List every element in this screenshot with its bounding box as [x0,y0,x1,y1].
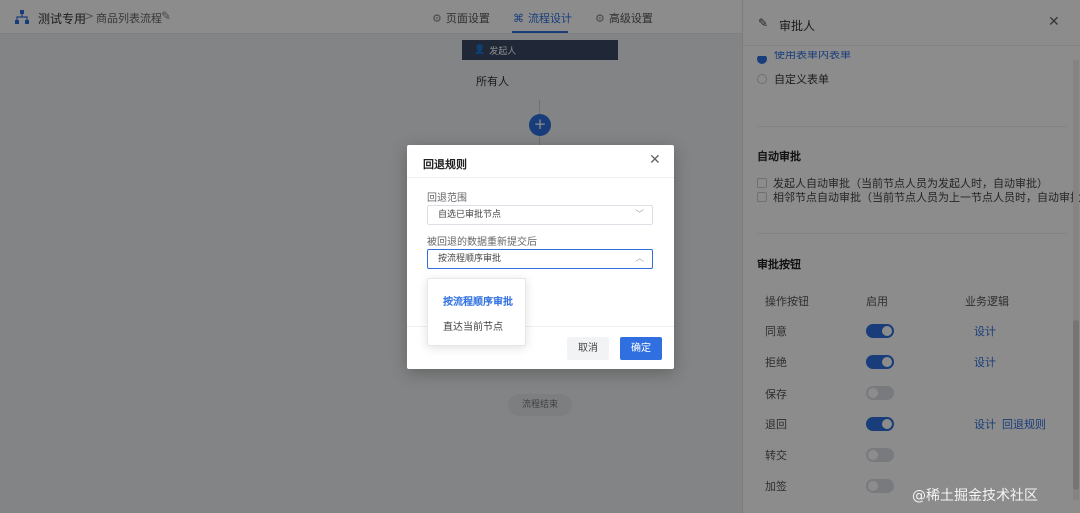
watermark: @稀土掘金技术社区 [912,488,1038,504]
dropdown-option-sequential[interactable]: 按流程顺序审批 [443,293,513,308]
select-value: 自选已审批节点 [438,210,502,220]
dialog-title: 回退规则 [423,158,467,171]
close-icon[interactable]: ✕ [649,152,661,168]
select-value: 按流程顺序审批 [438,254,502,264]
confirm-button[interactable]: 确定 [620,337,662,360]
dropdown-option-direct[interactable]: 直达当前节点 [443,318,503,333]
resubmit-dropdown: 按流程顺序审批 直达当前节点 [427,278,526,346]
return-scope-select[interactable]: 自选已审批节点 ﹀ [427,205,653,225]
field-label-resubmit: 被回退的数据重新提交后 [427,237,537,248]
chevron-up-icon: ︿ [634,254,644,264]
dialog-header-divider [407,177,674,178]
chevron-down-icon: ﹀ [634,210,644,220]
resubmit-select[interactable]: 按流程顺序审批 ︿ [427,249,653,269]
field-label-return-scope: 回退范围 [427,193,467,204]
cancel-button[interactable]: 取消 [567,337,609,360]
